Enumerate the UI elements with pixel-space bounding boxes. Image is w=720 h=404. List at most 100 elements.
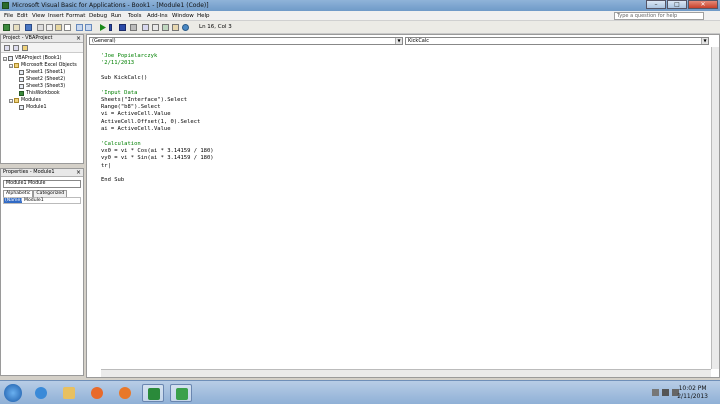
explorer-taskbar-button[interactable] bbox=[58, 384, 80, 402]
code-editor[interactable]: 'Joe Popielarczyk '2/11/2013 Sub KickCalc(… bbox=[93, 47, 705, 365]
code-line[interactable]: Range("b8").Select bbox=[101, 104, 161, 110]
code-line[interactable]: 'Input Data bbox=[101, 90, 137, 96]
tab-alphabetic[interactable]: Alphabetic bbox=[3, 190, 34, 197]
tree-label: Modules bbox=[21, 98, 41, 103]
chevron-down-icon[interactable]: ▼ bbox=[395, 38, 402, 44]
tree-item[interactable]: Sheet1 (Sheet1) bbox=[19, 70, 65, 75]
code-line[interactable]: vy0 = vi * Sin(ai * 3.14159 / 180) bbox=[101, 155, 214, 161]
excel-taskbar-button[interactable] bbox=[142, 384, 164, 402]
close-icon[interactable]: × bbox=[76, 35, 81, 42]
code-line[interactable]: vx0 = vi * Cos(ai * 3.14159 / 180) bbox=[101, 148, 214, 154]
tree-item[interactable]: - Modules bbox=[9, 98, 41, 103]
redo-icon[interactable] bbox=[85, 24, 92, 31]
properties-panel-title: Properties - Module1 × bbox=[1, 169, 83, 177]
tree-label: Sheet2 (Sheet2) bbox=[26, 77, 66, 82]
view-excel-icon[interactable] bbox=[3, 24, 10, 31]
code-line[interactable]: tr| bbox=[101, 163, 111, 169]
start-orb[interactable] bbox=[4, 384, 22, 402]
menu-run[interactable]: Run bbox=[111, 13, 122, 19]
code-line[interactable]: ActiveCell.Offset(1, 0).Select bbox=[101, 119, 200, 125]
tree-item[interactable]: Sheet2 (Sheet2) bbox=[19, 77, 65, 82]
menu-file[interactable]: File bbox=[4, 13, 13, 19]
horizontal-scrollbar[interactable] bbox=[101, 369, 711, 377]
code-line[interactable]: 'Calculation bbox=[101, 141, 141, 147]
media-taskbar-button[interactable] bbox=[86, 384, 108, 402]
code-line[interactable]: ai = ActiveCell.Value bbox=[101, 126, 171, 132]
code-line[interactable]: vi = ActiveCell.Value bbox=[101, 111, 171, 117]
copy-icon[interactable] bbox=[46, 24, 53, 31]
code-line[interactable]: Sub KickCalc() bbox=[101, 75, 147, 81]
menu-tools[interactable]: Tools bbox=[128, 13, 142, 19]
ie-taskbar-button[interactable] bbox=[30, 384, 52, 402]
clock-time: 10:02 PM bbox=[678, 385, 707, 392]
run-icon[interactable] bbox=[99, 24, 106, 31]
chevron-down-icon[interactable]: ▼ bbox=[701, 38, 708, 44]
break-icon[interactable] bbox=[109, 24, 112, 31]
menu-help[interactable]: Help bbox=[197, 13, 210, 19]
view-code-icon[interactable] bbox=[4, 45, 10, 51]
help-search-input[interactable]: Type a question for help bbox=[614, 12, 704, 20]
project-panel-title: Project - VBAProject × bbox=[1, 35, 83, 43]
object-combo[interactable]: (General) ▼ bbox=[89, 37, 403, 45]
close-icon[interactable]: × bbox=[76, 169, 81, 176]
properties-window-icon[interactable] bbox=[152, 24, 159, 31]
reset-icon[interactable] bbox=[119, 24, 126, 31]
menu-insert[interactable]: Insert bbox=[48, 13, 64, 19]
media-player-icon bbox=[91, 387, 103, 399]
menu-addins[interactable]: Add-Ins bbox=[147, 13, 168, 19]
toolbox-icon[interactable] bbox=[172, 24, 179, 31]
tree-item[interactable]: - VBAProject (Book1) bbox=[3, 56, 62, 61]
undo-icon[interactable] bbox=[76, 24, 83, 31]
tree-item[interactable]: Sheet3 (Sheet3) bbox=[19, 84, 65, 89]
project-explorer-icon[interactable] bbox=[142, 24, 149, 31]
vertical-scrollbar[interactable] bbox=[711, 47, 719, 369]
network-icon[interactable] bbox=[662, 389, 669, 396]
sheet-icon bbox=[19, 70, 24, 75]
insert-module-icon[interactable] bbox=[13, 24, 20, 31]
collapse-icon[interactable]: - bbox=[9, 63, 13, 68]
tree-item[interactable]: - Microsoft Excel Objects bbox=[9, 63, 77, 68]
collapse-icon[interactable]: - bbox=[9, 98, 13, 103]
clock[interactable]: 10:02 PM 2/11/2013 bbox=[677, 385, 708, 401]
tree-label: VBAProject (Book1) bbox=[15, 56, 62, 61]
menu-debug[interactable]: Debug bbox=[89, 13, 107, 19]
code-line[interactable]: End Sub bbox=[101, 177, 124, 183]
cut-icon[interactable] bbox=[37, 24, 44, 31]
tree-label: Module1 bbox=[26, 105, 47, 110]
help-icon[interactable] bbox=[182, 24, 189, 31]
design-mode-icon[interactable] bbox=[130, 24, 137, 31]
code-line[interactable]: Sheets("Interface").Select bbox=[101, 97, 187, 103]
tab-categorized[interactable]: Categorized bbox=[33, 190, 68, 197]
paste-icon[interactable] bbox=[55, 24, 62, 31]
window-title: Microsoft Visual Basic for Applications … bbox=[12, 2, 209, 9]
view-object-icon[interactable] bbox=[13, 45, 19, 51]
menu-view[interactable]: View bbox=[32, 13, 45, 19]
property-value[interactable]: Module1 bbox=[22, 198, 44, 203]
excel-icon bbox=[148, 388, 160, 400]
tree-item[interactable]: ThisWorkbook bbox=[19, 91, 60, 96]
procedure-combo[interactable]: KickCalc ▼ bbox=[405, 37, 709, 45]
menu-window[interactable]: Window bbox=[172, 13, 194, 19]
code-line[interactable]: 'Joe Popielarczyk bbox=[101, 53, 157, 59]
flag-icon[interactable] bbox=[652, 389, 659, 396]
menu-format[interactable]: Format bbox=[66, 13, 85, 19]
object-browser-icon[interactable] bbox=[162, 24, 169, 31]
properties-window: Properties - Module1 × Module1 Module Al… bbox=[0, 168, 84, 376]
toggle-folders-icon[interactable] bbox=[22, 45, 28, 51]
vba-taskbar-button[interactable] bbox=[170, 384, 192, 402]
maximize-icon[interactable]: □ bbox=[667, 0, 687, 9]
sheet-icon bbox=[19, 84, 24, 89]
property-row[interactable]: (Name) Module1 bbox=[3, 197, 81, 204]
find-icon[interactable] bbox=[64, 24, 71, 31]
close-icon[interactable]: ✕ bbox=[688, 0, 718, 9]
firefox-taskbar-button[interactable] bbox=[114, 384, 136, 402]
menu-edit[interactable]: Edit bbox=[17, 13, 28, 19]
code-line[interactable]: '2/11/2013 bbox=[101, 60, 134, 66]
folder-icon bbox=[14, 63, 19, 68]
tree-label: ThisWorkbook bbox=[26, 91, 60, 96]
tree-item[interactable]: Module1 bbox=[19, 105, 47, 110]
collapse-icon[interactable]: - bbox=[3, 56, 7, 61]
save-icon[interactable] bbox=[25, 24, 32, 31]
minimize-icon[interactable]: – bbox=[646, 0, 666, 9]
object-selector[interactable]: Module1 Module bbox=[3, 180, 81, 188]
